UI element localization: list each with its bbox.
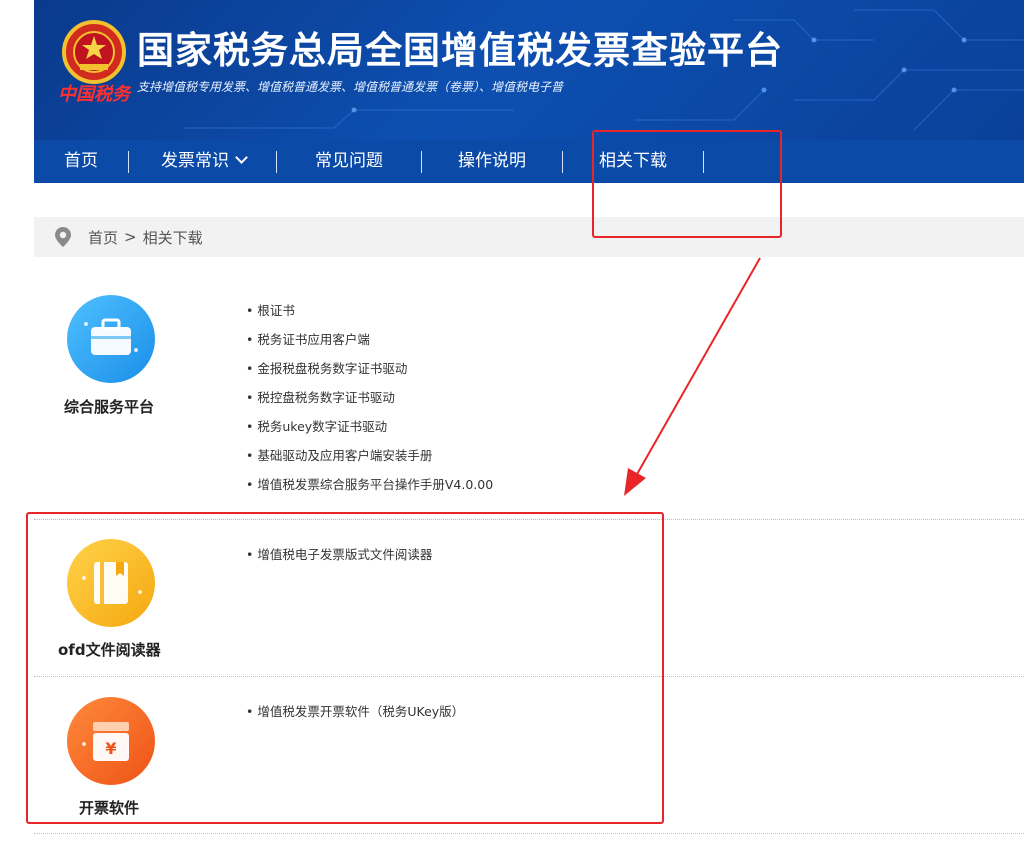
nav-separator <box>276 150 277 173</box>
download-link[interactable]: 根证书 <box>246 296 493 325</box>
annotation-highlight-nav <box>592 130 782 238</box>
breadcrumb: 首页 > 相关下载 <box>34 217 1024 257</box>
download-list: 根证书 税务证书应用客户端 金报税盘税务数字证书驱动 税控盘税务数字证书驱动 税… <box>246 296 493 499</box>
breadcrumb-current: 相关下载 <box>142 228 203 247</box>
annotation-highlight-sections <box>26 512 664 824</box>
nav-separator <box>562 150 563 173</box>
nav-invoice-knowledge[interactable]: 发票常识 <box>161 140 248 183</box>
breadcrumb-home[interactable]: 首页 <box>88 227 118 248</box>
nav-instructions[interactable]: 操作说明 <box>458 140 526 183</box>
chevron-down-icon <box>235 151 248 164</box>
download-link[interactable]: 税务ukey数字证书驱动 <box>246 412 493 441</box>
nav-home[interactable]: 首页 <box>64 140 98 183</box>
site-header: 中国税务 国家税务总局全国增值税发票查验平台 支持增值税专用发票、增值税普通发票… <box>34 0 1024 183</box>
nav-separator <box>421 150 422 173</box>
nav-invoice-knowledge-label: 发票常识 <box>161 151 229 171</box>
nav-faq[interactable]: 常见问题 <box>315 140 383 183</box>
section-divider <box>34 833 1024 834</box>
section-title: 综合服务平台 <box>64 398 155 416</box>
download-link[interactable]: 税控盘税务数字证书驱动 <box>246 383 493 412</box>
tax-signature-logo: 中国税务 <box>58 84 130 105</box>
download-link[interactable]: 税务证书应用客户端 <box>246 325 493 354</box>
site-title: 国家税务总局全国增值税发票查验平台 <box>137 29 783 72</box>
section-service-platform: 综合服务平台 根证书 税务证书应用客户端 金报税盘税务数字证书驱动 税控盘税务数… <box>34 290 1024 520</box>
location-pin-icon <box>55 227 71 247</box>
download-link[interactable]: 基础驱动及应用客户端安装手册 <box>246 441 493 470</box>
main-nav: 首页 发票常识 常见问题 操作说明 相关下载 <box>34 140 1024 183</box>
nav-separator <box>128 150 129 173</box>
site-subtitle: 支持增值税专用发票、增值税普通发票、增值税普通发票（卷票）、增值税电子普 <box>137 80 564 94</box>
download-link[interactable]: 增值税发票综合服务平台操作手册V4.0.00 <box>246 470 493 499</box>
breadcrumb-separator: > <box>124 228 137 246</box>
briefcase-icon <box>66 294 156 384</box>
download-link[interactable]: 金报税盘税务数字证书驱动 <box>246 354 493 383</box>
